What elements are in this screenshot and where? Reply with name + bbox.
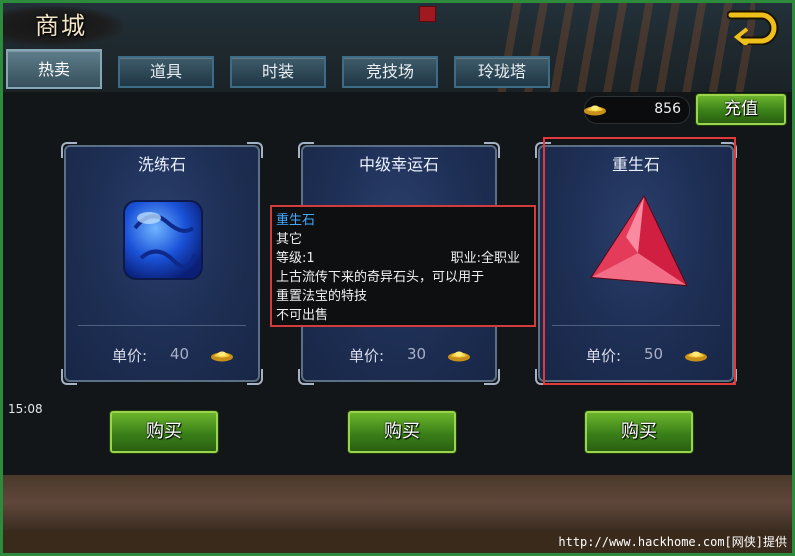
background-floor: [3, 475, 792, 530]
price-value: 30: [407, 345, 427, 363]
clock-time: 15:08: [8, 402, 43, 416]
tooltip-level: 等级:1: [276, 251, 315, 266]
item-name: 洗练石: [137, 155, 186, 174]
card-corner: [484, 369, 500, 385]
watermark-text: http://www.hackhome.com[网侠]提供: [558, 535, 787, 549]
selection-highlight: [543, 137, 736, 385]
shop-title: 商城: [35, 12, 87, 40]
blue-gem-icon: [123, 200, 203, 280]
price-value: 40: [170, 345, 190, 363]
tooltip-job: 职业:全职业: [450, 251, 520, 266]
buy-button-rebirth-stone[interactable]: 购买: [585, 411, 693, 453]
currency-amount: 856: [654, 101, 681, 117]
item-card-washing-stone[interactable]: 洗练石 单价: 40: [61, 142, 263, 385]
tooltip-description-line2: 重置法宝的特技: [276, 289, 368, 304]
gold-ingot-icon: [584, 105, 606, 116]
gold-ingot-icon: [211, 351, 233, 362]
currency-display: 856: [584, 96, 690, 124]
tab-hot-sale[interactable]: 热卖: [6, 49, 102, 89]
card-corner: [298, 369, 314, 385]
recharge-button[interactable]: 充值: [696, 94, 786, 125]
item-tooltip: 重生石 其它 等级:1 职业:全职业 上古流传下来的奇异石头，可以用于 重置法宝…: [270, 205, 536, 327]
tab-fashion[interactable]: 时装: [230, 56, 326, 88]
tab-linglong-tower[interactable]: 玲珑塔: [454, 56, 550, 88]
gold-ingot-icon: [448, 351, 470, 362]
price-label: 单价:: [349, 347, 385, 365]
buy-button-lucky-stone[interactable]: 购买: [348, 411, 456, 453]
tooltip-item-name: 重生石: [276, 213, 316, 228]
tab-items[interactable]: 道具: [118, 56, 214, 88]
red-marker-icon: [419, 6, 436, 22]
back-arrow-icon[interactable]: [727, 9, 781, 45]
tooltip-note: 不可出售: [276, 308, 329, 323]
card-divider: [78, 325, 246, 326]
tooltip-description-line1: 上古流传下来的奇异石头，可以用于: [276, 270, 485, 285]
buy-button-washing-stone[interactable]: 购买: [110, 411, 218, 453]
tooltip-level-row: 等级:1 职业:全职业: [276, 249, 530, 268]
tab-arena[interactable]: 竞技场: [342, 56, 438, 88]
price-label: 单价:: [112, 347, 148, 365]
card-corner: [247, 369, 263, 385]
item-name: 中级幸运石: [358, 155, 439, 174]
card-corner: [61, 369, 77, 385]
tooltip-item-type: 其它: [276, 232, 303, 247]
